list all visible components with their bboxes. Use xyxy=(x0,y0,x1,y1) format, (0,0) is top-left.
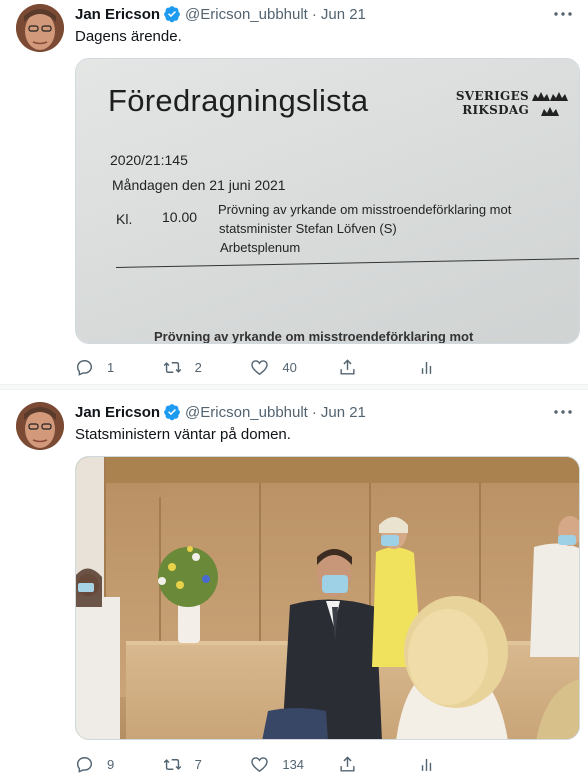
reply-button[interactable]: 9 xyxy=(75,753,163,775)
brand-line-1: SVERIGES xyxy=(455,89,529,103)
analytics-icon xyxy=(422,361,432,374)
photo-figures xyxy=(76,516,579,739)
three-crowns-icon xyxy=(532,92,568,116)
tweet-actions: 1 2 40 xyxy=(75,356,505,378)
document-photo: Föredragningslista SVERIGES RIKSDAG 2020… xyxy=(76,59,579,343)
reply-icon xyxy=(76,756,93,773)
analytics-icon xyxy=(422,758,432,771)
share-button[interactable] xyxy=(338,356,417,378)
time-label: Kl. xyxy=(116,211,133,227)
riksdag-logo: SVERIGES RIKSDAG xyxy=(456,89,529,117)
author-handle[interactable]: @Ericson_ubbhult xyxy=(185,6,308,23)
retweet-button[interactable]: 7 xyxy=(163,753,251,775)
heart-icon xyxy=(251,756,269,772)
like-count: 134 xyxy=(282,756,305,772)
more-dots-icon[interactable] xyxy=(552,5,574,23)
verified-badge-icon xyxy=(163,5,181,23)
tweet[interactable]: Jan Ericson @Ericson_ubbhult · Jun 21 Da… xyxy=(0,0,588,384)
retweet-count: 7 xyxy=(194,756,202,772)
author-name[interactable]: Jan Ericson xyxy=(75,404,160,421)
like-button[interactable]: 40 xyxy=(250,356,338,378)
more-dots-icon[interactable] xyxy=(552,403,574,421)
avatar[interactable] xyxy=(16,402,64,450)
tweet-header: Jan Ericson @Ericson_ubbhult · Jun 21 xyxy=(75,402,366,422)
author-name[interactable]: Jan Ericson xyxy=(75,6,160,23)
tweet-media-document[interactable]: Föredragningslista SVERIGES RIKSDAG 2020… xyxy=(75,58,580,344)
share-icon xyxy=(340,755,355,772)
verified-badge-icon xyxy=(163,403,181,421)
separator: · xyxy=(311,5,317,23)
author-handle[interactable]: @Ericson_ubbhult xyxy=(185,404,308,421)
tweet-date[interactable]: Jun 21 xyxy=(321,404,366,421)
agenda-item-line-1: Prövning av yrkande om misstroendeförkla… xyxy=(218,202,512,217)
reply-count: 9 xyxy=(107,756,115,772)
reply-count: 1 xyxy=(107,359,115,375)
reply-icon xyxy=(76,359,93,376)
heart-icon xyxy=(251,359,269,375)
like-count: 40 xyxy=(282,359,297,375)
tweet[interactable]: Jan Ericson @Ericson_ubbhult · Jun 21 St… xyxy=(0,390,588,778)
analytics-button[interactable] xyxy=(417,356,505,378)
brand-line-2: RIKSDAG xyxy=(462,103,529,117)
retweet-count: 2 xyxy=(194,359,202,375)
like-button[interactable]: 134 xyxy=(250,753,338,775)
separator: · xyxy=(311,403,317,421)
chamber-photo xyxy=(76,457,579,739)
tweet-date[interactable]: Jun 21 xyxy=(321,6,366,23)
avatar-image xyxy=(16,402,64,450)
retweet-icon xyxy=(163,361,181,373)
tweet-media-photo[interactable] xyxy=(75,456,580,740)
document-title: Föredragningslista xyxy=(108,83,369,118)
document-number: 2020/21:145 xyxy=(110,152,188,168)
tweet-text: Statsministern väntar på domen. xyxy=(75,426,291,443)
agenda-item-line-3: Arbetsplenum xyxy=(220,240,301,255)
avatar-image xyxy=(16,4,64,52)
avatar[interactable] xyxy=(16,4,64,52)
document-rule xyxy=(115,257,579,268)
analytics-button[interactable] xyxy=(417,753,505,775)
document-cut-line: Prövning av yrkande om misstroendeförkla… xyxy=(154,329,474,344)
share-button[interactable] xyxy=(338,753,417,775)
tweet-header: Jan Ericson @Ericson_ubbhult · Jun 21 xyxy=(75,4,366,24)
reply-button[interactable]: 1 xyxy=(75,356,163,378)
tweet-actions: 9 7 134 xyxy=(75,753,505,775)
tweet-text: Dagens ärende. xyxy=(75,28,182,45)
retweet-icon xyxy=(163,758,181,770)
agenda-item-line-2: statsminister Stefan Löfven (S) xyxy=(219,221,397,236)
share-icon xyxy=(340,358,355,375)
time-value: 10.00 xyxy=(162,209,198,225)
retweet-button[interactable]: 2 xyxy=(163,356,251,378)
document-day: Måndagen den 21 juni 2021 xyxy=(112,177,286,193)
